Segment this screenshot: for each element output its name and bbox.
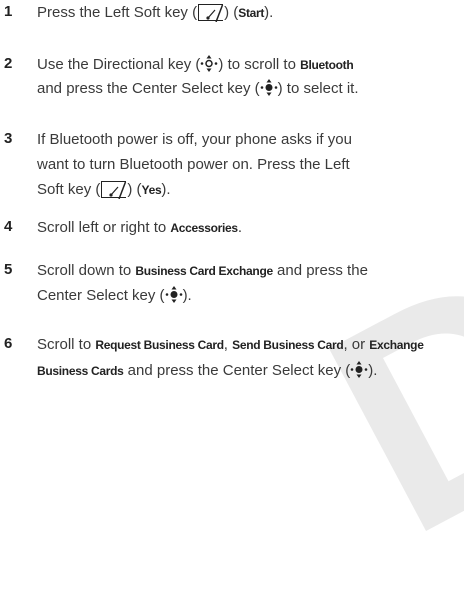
menu-term: Send Business Card bbox=[232, 338, 344, 352]
left-soft-key-icon bbox=[198, 4, 224, 22]
step-text: Scroll left or right to bbox=[37, 219, 171, 236]
step-text: and press the Center Select key ( bbox=[123, 362, 351, 379]
step-text: ) to select it. bbox=[277, 80, 359, 97]
step-text: ). bbox=[264, 4, 274, 21]
step-number: 2 bbox=[4, 55, 13, 72]
step-6-line-2: Business Cards and press the Center Sele… bbox=[37, 361, 377, 383]
step-text: , bbox=[223, 336, 233, 353]
menu-term: Business Cards bbox=[37, 364, 124, 378]
step-1-line-1: Press the Left Soft key () (Start). bbox=[37, 3, 273, 23]
step-text: Press the Left Soft key ( bbox=[37, 4, 198, 21]
step-number: 3 bbox=[4, 130, 13, 147]
menu-term: Request Business Card bbox=[95, 338, 224, 352]
step-text: Center Select key ( bbox=[37, 287, 165, 304]
step-text: ). bbox=[368, 362, 378, 379]
step-5-line-1: Scroll down to Business Card Exchange an… bbox=[37, 261, 368, 281]
step-text: ) bbox=[224, 4, 234, 21]
step-text: , or bbox=[343, 336, 370, 353]
step-3-line-1: If Bluetooth power is off, your phone as… bbox=[37, 131, 352, 148]
step-text: Scroll down to bbox=[37, 262, 136, 279]
step-number: 5 bbox=[4, 261, 13, 278]
step-5-line-2: Center Select key (). bbox=[37, 286, 192, 308]
step-3-line-2: want to turn Bluetooth power on. Press t… bbox=[37, 156, 350, 173]
step-text: Scroll to bbox=[37, 336, 96, 353]
menu-term: Business Card Exchange bbox=[135, 264, 273, 278]
center-select-key-icon bbox=[165, 286, 183, 308]
menu-term: Yes bbox=[141, 183, 162, 197]
step-2-line-2: and press the Center Select key ( ) to se… bbox=[37, 79, 358, 101]
step-text: and press the Center Select key ( bbox=[37, 80, 260, 97]
menu-term: Exchange bbox=[369, 338, 424, 352]
menu-term: Accessories bbox=[170, 221, 238, 235]
step-text: Use the Directional key ( bbox=[37, 56, 201, 73]
menu-term: Start bbox=[238, 6, 265, 20]
menu-term: Bluetooth bbox=[300, 58, 354, 72]
step-text: ) to scroll to bbox=[218, 56, 301, 73]
step-text: . bbox=[237, 219, 242, 236]
step-3-line-3: Soft key ( ) (Yes). bbox=[37, 180, 171, 200]
center-select-key-icon bbox=[260, 79, 278, 101]
step-6-line-1: Scroll to Request Business Card, Send Bu… bbox=[37, 335, 424, 355]
left-soft-key-icon bbox=[101, 181, 127, 199]
step-text: Soft key ( bbox=[37, 181, 101, 198]
step-4-line-1: Scroll left or right to Accessories. bbox=[37, 218, 242, 238]
step-text: ). bbox=[182, 287, 192, 304]
step-2-line-1: Use the Directional key () to scroll to … bbox=[37, 55, 354, 77]
step-text: ). bbox=[161, 181, 171, 198]
step-text: and press the bbox=[272, 262, 368, 279]
step-number: 1 bbox=[4, 3, 13, 20]
step-number: 4 bbox=[4, 218, 13, 235]
step-text: ) ( bbox=[127, 181, 142, 198]
directional-key-icon bbox=[200, 55, 218, 77]
center-select-key-icon bbox=[350, 361, 368, 383]
step-number: 6 bbox=[4, 335, 13, 352]
